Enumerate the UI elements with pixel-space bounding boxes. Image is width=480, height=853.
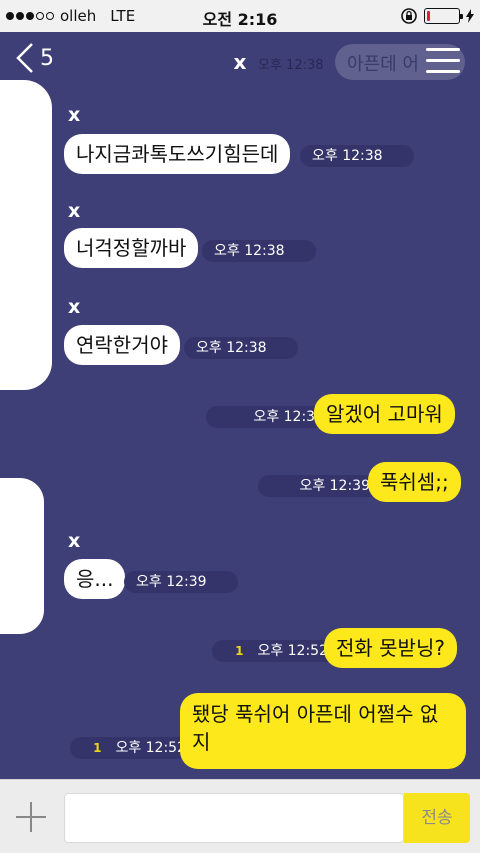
- battery-icon: [424, 8, 463, 24]
- message-time: 오후 12:38: [300, 145, 414, 167]
- outgoing-message-bubble[interactable]: 됐당 푹쉬어 아픈데 어쩔수 없 지: [180, 693, 466, 769]
- message-time: 오후 12:38: [202, 240, 316, 262]
- incoming-message-bubble[interactable]: 응...: [64, 559, 126, 599]
- chat-header: 아픈데 어 오후 12:38 5 x: [0, 32, 480, 96]
- status-bar: olleh LTE 오전 2:16: [0, 0, 480, 32]
- redacted-avatar-area: [0, 80, 52, 390]
- outgoing-message-bubble[interactable]: 알겠어 고마워: [314, 394, 455, 434]
- menu-button[interactable]: [426, 48, 460, 76]
- sender-name: x: [68, 104, 81, 126]
- message-meta: 1 오후 12:52: [212, 640, 340, 662]
- rotation-lock-icon: [401, 8, 417, 24]
- message-text-line: 지: [192, 730, 211, 754]
- message-time: 오후 12:39: [124, 571, 238, 593]
- sender-name: x: [68, 530, 81, 552]
- status-right: [400, 7, 474, 25]
- message-text-line: 됐당 푹쉬어 아픈데 어쩔수 없: [192, 702, 439, 726]
- charging-bolt-icon: [466, 9, 474, 23]
- incoming-message-bubble[interactable]: 연락한거야: [64, 325, 180, 365]
- message-time: 오후 12:38: [184, 337, 298, 359]
- message-input[interactable]: [64, 793, 404, 843]
- hamburger-icon: [426, 48, 460, 51]
- add-attachment-button[interactable]: [14, 800, 48, 834]
- unread-count: 1: [235, 644, 244, 658]
- sender-name: x: [68, 200, 81, 222]
- outgoing-message-bubble[interactable]: 푹쉬셈;;: [368, 462, 461, 502]
- incoming-message-bubble[interactable]: 너걱정할까바: [64, 228, 199, 268]
- send-button[interactable]: 전송: [404, 793, 470, 843]
- incoming-message-bubble[interactable]: 나지금콰톡도쓰기힘든데: [64, 134, 291, 174]
- message-composer: 전송: [0, 779, 480, 853]
- chat-title: x: [233, 50, 247, 74]
- message-time: 오후 12:52: [115, 740, 186, 756]
- message-time: 오후 12:39: [258, 475, 382, 497]
- sender-name: x: [68, 296, 81, 318]
- unread-count: 1: [93, 741, 102, 755]
- message-meta: 1 오후 12:52: [70, 737, 198, 759]
- redacted-avatar-area: [0, 478, 44, 634]
- message-time: 오후 12:52: [257, 643, 328, 659]
- outgoing-message-bubble[interactable]: 전화 못받닝?: [324, 628, 457, 668]
